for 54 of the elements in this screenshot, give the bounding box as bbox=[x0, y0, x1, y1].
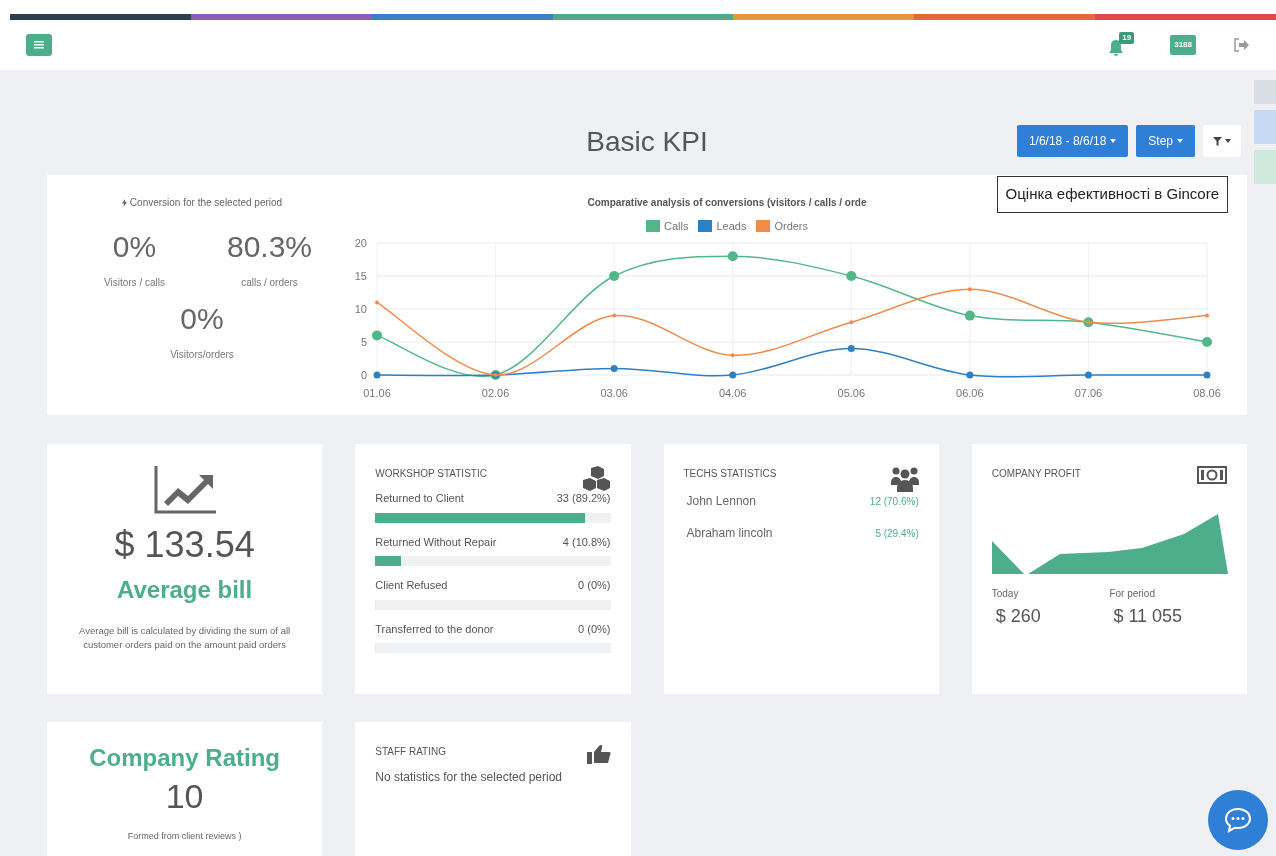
period-label: For period bbox=[1109, 587, 1156, 601]
average-bill-description: Average bill is calculated by dividing the sum of all customer orders paid on the amount paid orders bbox=[78, 624, 292, 652]
card-title: STAFF RATING bbox=[375, 745, 446, 759]
status-label: Returned Without Repair bbox=[375, 534, 497, 550]
status-label: Transferred to the donor bbox=[375, 621, 494, 637]
x-tick-label: 08.06 bbox=[1193, 386, 1221, 399]
average-bill-title: Average bill bbox=[117, 575, 253, 605]
tech-name: Abraham lincoln bbox=[686, 525, 773, 542]
tech-value: 12 (70.6%) bbox=[869, 494, 919, 509]
x-tick-label: 05.06 bbox=[837, 386, 866, 399]
notification-count: 19 bbox=[1119, 32, 1135, 44]
rating-value: 10 bbox=[165, 776, 204, 816]
conversion-value: 0% bbox=[180, 301, 224, 337]
y-tick-label: 10 bbox=[354, 302, 367, 315]
average-bill-amount: $ 133.54 bbox=[114, 523, 255, 567]
y-tick-label: 15 bbox=[354, 269, 367, 282]
status-value: 0 (0%) bbox=[578, 578, 611, 593]
conversion-value: 80.3% bbox=[226, 229, 313, 265]
today-label: Today bbox=[991, 587, 1020, 601]
period-value: $ 11 055 bbox=[1113, 605, 1184, 628]
rating-note: Formed from client reviews ) bbox=[127, 830, 242, 843]
x-tick-label: 07.06 bbox=[1074, 386, 1103, 399]
y-tick-label: 0 bbox=[360, 368, 367, 381]
conversion-label: Visitors / calls bbox=[104, 276, 165, 290]
legend-label: Calls bbox=[663, 219, 689, 234]
card-title: COMPANY PROFIT bbox=[991, 467, 1081, 481]
chart-title: Comparative analysis of conversions (visitors / calls / orde bbox=[587, 196, 867, 210]
tech-value: 5 (29.4%) bbox=[875, 526, 919, 541]
x-tick-label: 02.06 bbox=[481, 386, 510, 399]
legend-label: Leads bbox=[716, 219, 747, 234]
today-value: $ 260 bbox=[995, 605, 1042, 628]
x-tick-label: 04.06 bbox=[718, 386, 747, 399]
conversion-value: 0% bbox=[112, 229, 157, 265]
conversion-title: Conversion for the selected period bbox=[129, 196, 283, 210]
y-tick-label: 5 bbox=[360, 335, 367, 348]
conversion-label: calls / orders bbox=[241, 276, 298, 290]
status-value: 33 (89.2%) bbox=[556, 491, 611, 506]
card-title: WORKSHOP STATISTIC bbox=[375, 467, 487, 481]
legend-label: Orders bbox=[774, 219, 809, 234]
status-value: 0 (0%) bbox=[578, 621, 611, 637]
page-title: Basic KPI bbox=[586, 125, 708, 159]
staff-rating-message: No statistics for the selected period bbox=[375, 770, 562, 784]
x-tick-label: 03.06 bbox=[600, 386, 628, 399]
x-tick-label: 06.06 bbox=[956, 386, 984, 399]
card-title: TECHS STATISTICS bbox=[683, 467, 777, 481]
x-tick-label: 01.06 bbox=[363, 386, 391, 399]
y-tick-label: 20 bbox=[354, 236, 367, 249]
status-value: 4 (10.8%) bbox=[562, 534, 611, 550]
rating-title: Company Rating bbox=[89, 743, 280, 773]
conversion-label: Visitors/orders bbox=[170, 348, 234, 362]
tooltip: Оцінка ефективності в Gincore bbox=[996, 176, 1228, 213]
status-label: Client Refused bbox=[375, 578, 448, 593]
tech-name: John Lennon bbox=[686, 493, 756, 510]
status-label: Returned to Client bbox=[375, 491, 464, 506]
